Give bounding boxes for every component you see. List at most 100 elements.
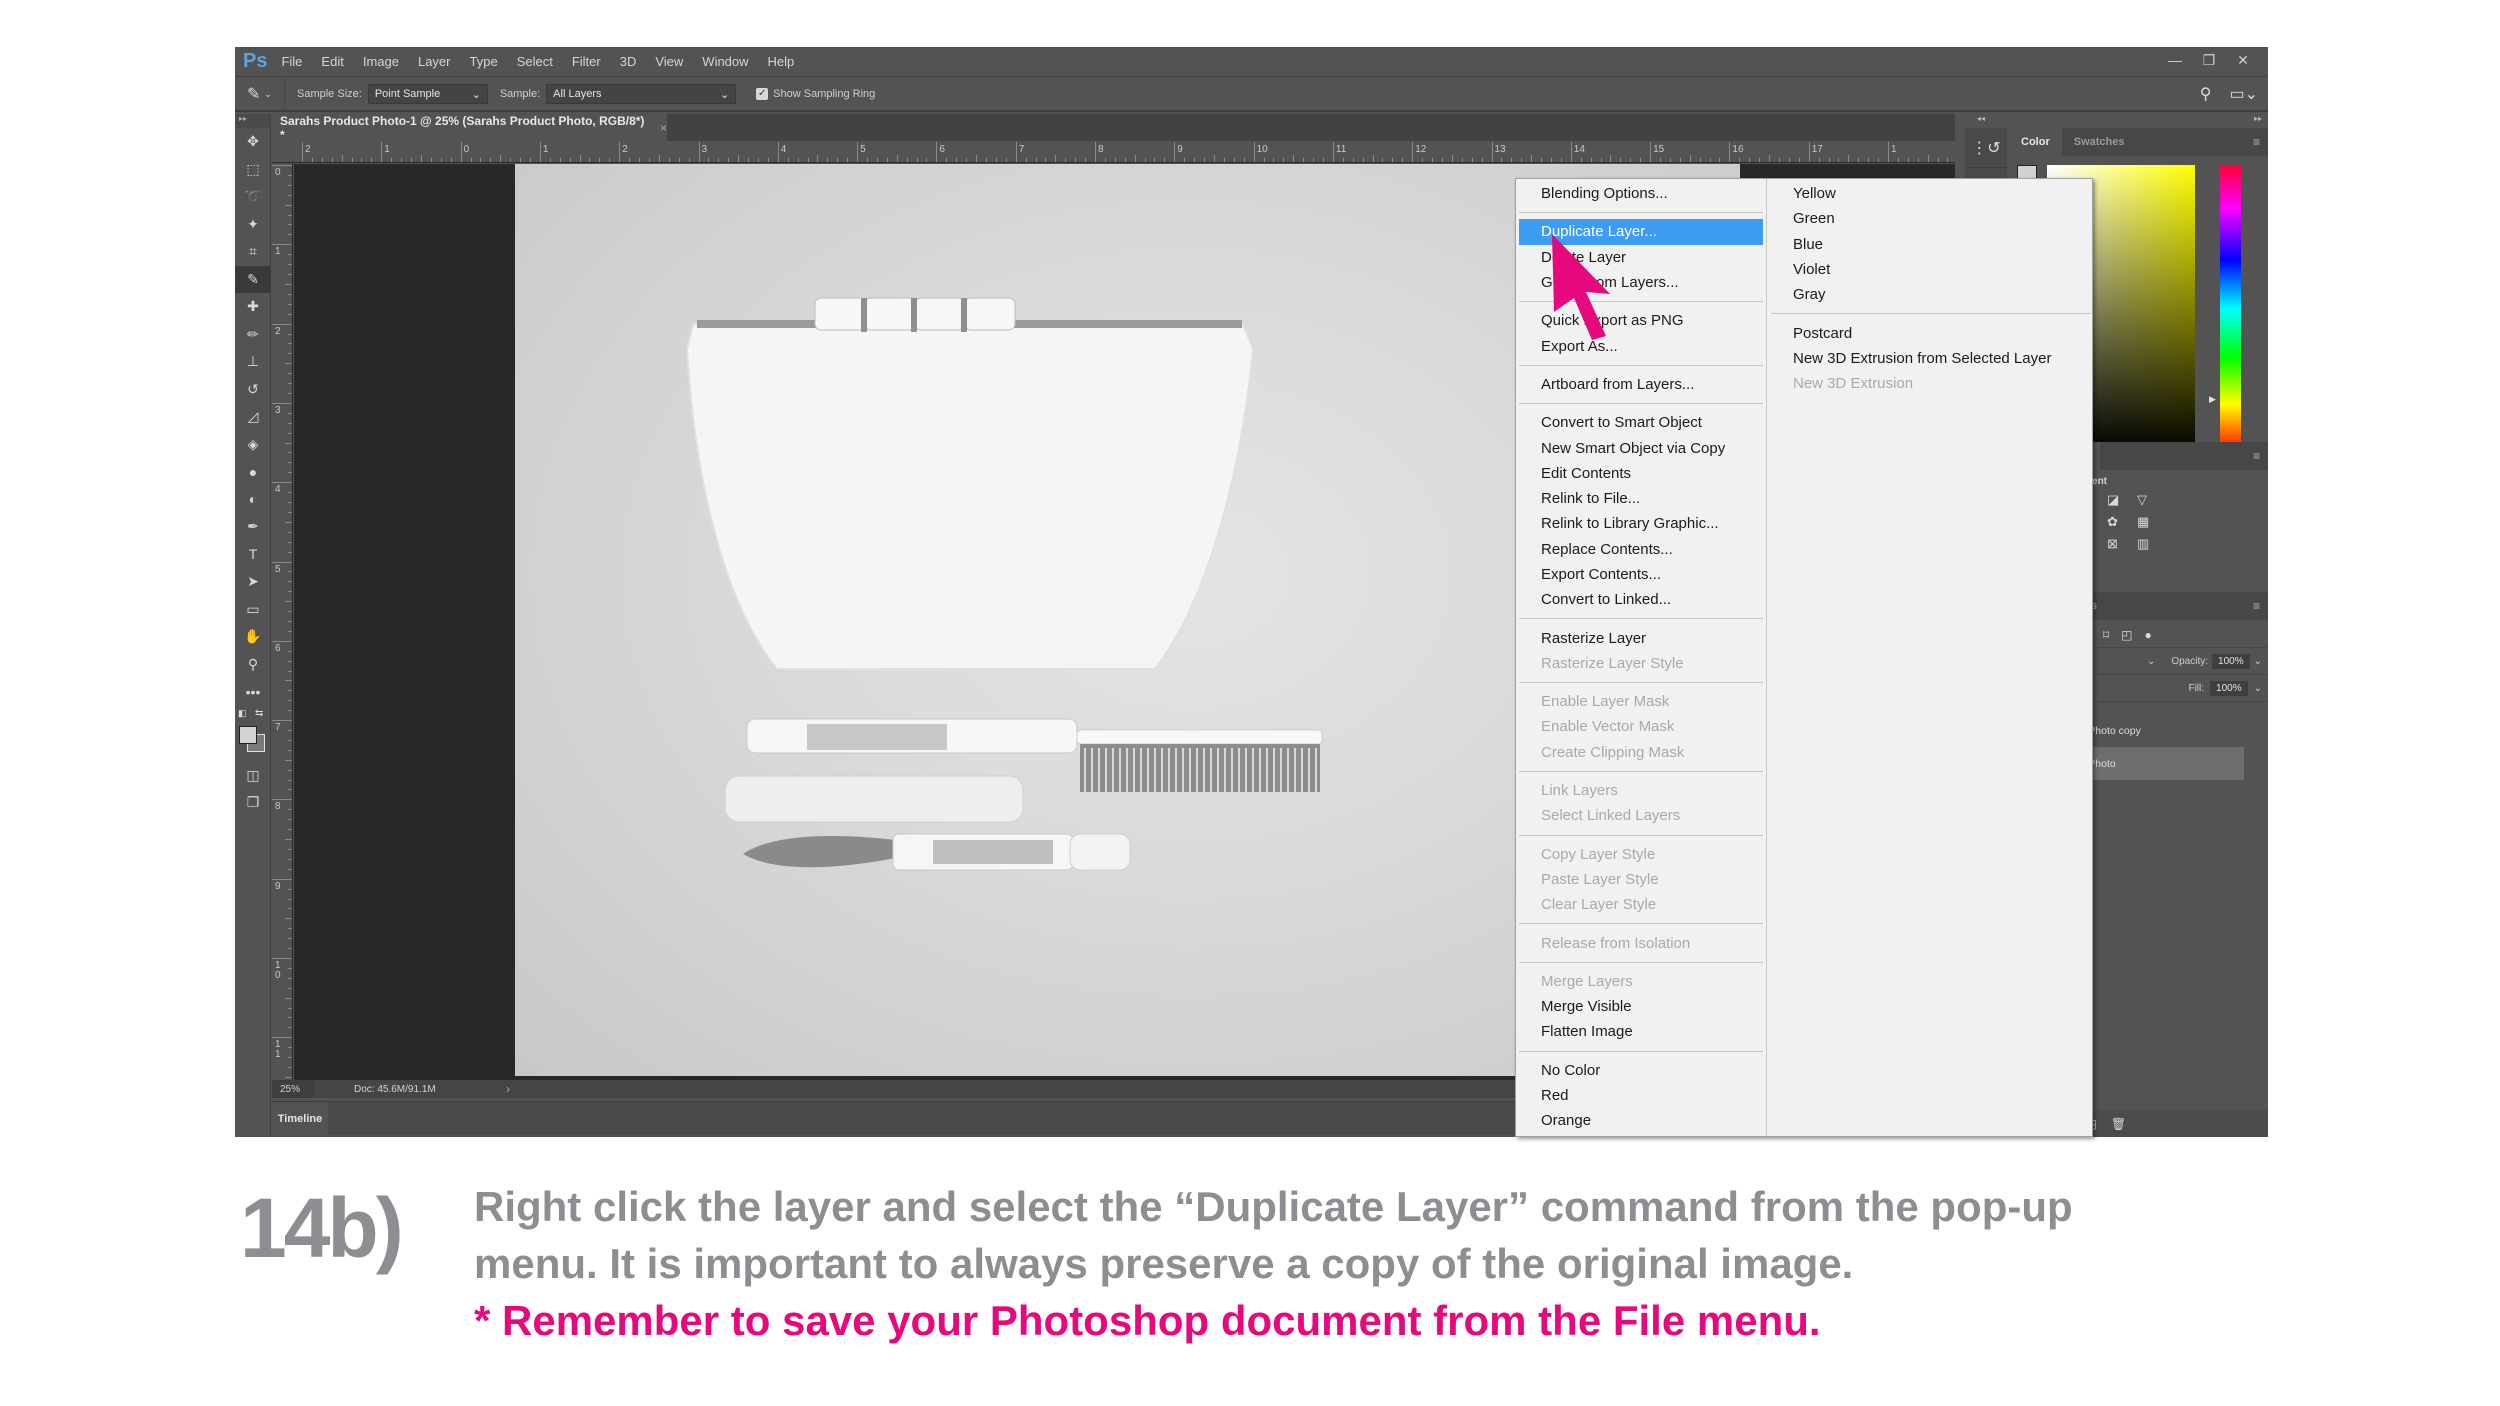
dodge-tool[interactable]: ◐ (235, 486, 271, 514)
hue-slider[interactable] (2220, 165, 2241, 453)
menu-item-merge-visible[interactable]: Merge Visible (1516, 994, 1766, 1019)
fill-field[interactable]: 100% (2210, 681, 2248, 696)
menu-item-orange[interactable]: Orange (1516, 1108, 1766, 1133)
menu-file[interactable]: File (281, 54, 302, 69)
brush-tool[interactable]: ✏ (235, 321, 271, 349)
menu-edit[interactable]: Edit (321, 54, 343, 69)
menu-help[interactable]: Help (768, 54, 795, 69)
menu-item-new-smart-object-via-copy[interactable]: New Smart Object via Copy (1516, 435, 1766, 460)
menu-item-blending-options[interactable]: Blending Options... (1516, 181, 1766, 206)
blend-mode-dropdown[interactable]: ⌄ (2147, 656, 2155, 667)
eyedropper-tool[interactable]: ✎ (235, 265, 271, 293)
menu-item-relink-to-library-graphic[interactable]: Relink to Library Graphic... (1516, 511, 1766, 536)
collapse-dock-button[interactable]: ◂◂ (1977, 114, 1985, 123)
menu-item-no-color[interactable]: No Color (1516, 1058, 1766, 1083)
menu-view[interactable]: View (655, 54, 683, 69)
zoom-tool[interactable]: ⚲ (235, 651, 271, 679)
hand-tool[interactable]: ✋ (235, 623, 271, 651)
panel-menu-icon[interactable]: ≡ (2253, 592, 2268, 620)
horizontal-ruler[interactable]: 2 1 0 1 2 3 4 5 6 7 8 9 10 11 12 13 14 15 16 17 1 (272, 142, 1959, 163)
menu-item-edit-contents[interactable]: Edit Contents (1516, 461, 1766, 486)
sample-select[interactable]: All Layers ⌄ (546, 84, 737, 104)
menu-item-postcard[interactable]: Postcard (1768, 320, 2094, 345)
panel-menu-icon[interactable]: ≡ (2253, 442, 2268, 470)
paint-bucket-tool[interactable]: ◈ (235, 431, 271, 459)
menu-item-rasterize-layer[interactable]: Rasterize Layer (1516, 625, 1766, 650)
menu-window[interactable]: Window (702, 54, 748, 69)
crop-tool[interactable]: ⌗ (235, 238, 271, 266)
rectangle-tool[interactable]: ▭ (235, 596, 271, 624)
eraser-tool[interactable]: ◿ (235, 403, 271, 431)
menu-3d[interactable]: 3D (620, 54, 637, 69)
swap-colors-icon[interactable]: ⇆ (255, 708, 263, 719)
type-tool[interactable]: T (235, 541, 271, 569)
exposure-icon[interactable]: ◪ (2107, 492, 2131, 508)
move-tool[interactable]: ✥ (235, 128, 271, 156)
tab-swatches[interactable]: Swatches (2062, 128, 2137, 156)
photo-filter-icon[interactable]: ✿ (2107, 514, 2131, 530)
hue-slider-marker[interactable]: ▶ (2209, 394, 2216, 405)
menu-filter[interactable]: Filter (572, 54, 601, 69)
menu-item-new-3d-extrusion-from-selected-layer[interactable]: New 3D Extrusion from Selected Layer (1768, 346, 2094, 371)
smart-object-filter-icon[interactable]: ◰ (2121, 628, 2132, 642)
status-menu-arrow[interactable]: › (506, 1082, 510, 1096)
search-icon[interactable]: ⚲ (2200, 84, 2212, 104)
menu-item-export-contents[interactable]: Export Contents... (1516, 562, 1766, 587)
color-lookup-icon[interactable]: ▦ (2137, 514, 2161, 530)
lasso-tool[interactable]: ➰ (235, 183, 271, 211)
chevron-down-icon[interactable]: ⌄ (2254, 683, 2262, 694)
history-panel-button[interactable]: ⋮↺ (1965, 128, 2007, 168)
minimize-button[interactable]: — (2158, 49, 2192, 71)
vertical-ruler[interactable]: 0 1 2 3 4 5 6 7 8 9 10 11 (272, 163, 293, 1108)
panel-menu-icon[interactable]: ≡ (2253, 128, 2268, 156)
menu-item-red[interactable]: Red (1516, 1083, 1766, 1108)
default-colors-icon[interactable]: ◧ (238, 708, 247, 719)
workspace-icon[interactable]: ▭⌄ (2229, 84, 2258, 104)
show-sampling-ring-checkbox[interactable]: ✓ (756, 88, 769, 100)
screen-mode-button[interactable]: ❐ (235, 789, 271, 817)
vibrance-icon[interactable]: ▽ (2137, 492, 2161, 508)
menu-item-artboard-from-layers[interactable]: Artboard from Layers... (1516, 372, 1766, 397)
chevron-down-icon[interactable]: ⌄ (2254, 656, 2262, 667)
opacity-field[interactable]: 100% (2212, 654, 2250, 669)
delete-layer-icon[interactable]: 🗑︎ (2111, 1117, 2126, 1131)
blur-tool[interactable]: ● (235, 458, 271, 486)
expand-dock-button[interactable]: ▸▸ (2254, 114, 2262, 123)
selective-color-icon[interactable]: ⊠ (2107, 536, 2131, 552)
menu-item-green[interactable]: Green (1768, 206, 2094, 231)
menu-item-blue[interactable]: Blue (1768, 232, 2094, 257)
menu-item-yellow[interactable]: Yellow (1768, 181, 2094, 206)
expand-toolbar-button[interactable]: ▸▸ (235, 114, 270, 128)
quick-mask-button[interactable]: ◫ (235, 762, 271, 790)
tab-color[interactable]: Color (2009, 128, 2062, 156)
healing-brush-tool[interactable]: ✚ (235, 293, 271, 321)
filter-toggle[interactable]: ● (2145, 628, 2152, 642)
close-tab-icon[interactable]: × (660, 121, 667, 135)
gradient-map-icon[interactable]: ▥ (2137, 536, 2161, 552)
marquee-tool[interactable]: ⬚ (235, 156, 271, 184)
close-button[interactable]: ✕ (2226, 49, 2260, 71)
menu-item-flatten-image[interactable]: Flatten Image (1516, 1019, 1766, 1044)
menu-layer[interactable]: Layer (418, 54, 451, 69)
shape-filter-icon[interactable]: ⌑ (2103, 628, 2109, 642)
menu-type[interactable]: Type (470, 54, 498, 69)
history-brush-tool[interactable]: ↺ (235, 376, 271, 404)
tool-preset-picker[interactable]: ✎ ⌄ (235, 78, 285, 110)
menu-image[interactable]: Image (363, 54, 399, 69)
foreground-color-swatch[interactable] (239, 725, 257, 744)
menu-item-replace-contents[interactable]: Replace Contents... (1516, 537, 1766, 562)
pen-tool[interactable]: ✒ (235, 513, 271, 541)
magic-wand-tool[interactable]: ✦ (235, 211, 271, 239)
path-selection-tool[interactable]: ➤ (235, 568, 271, 596)
timeline-tab[interactable]: Timeline (272, 1102, 328, 1135)
menu-item-convert-to-linked[interactable]: Convert to Linked... (1516, 587, 1766, 612)
menu-item-relink-to-file[interactable]: Relink to File... (1516, 486, 1766, 511)
menu-select[interactable]: Select (517, 54, 553, 69)
menu-item-violet[interactable]: Violet (1768, 257, 2094, 282)
menu-item-convert-to-smart-object[interactable]: Convert to Smart Object (1516, 410, 1766, 435)
document-tab[interactable]: Sarahs Product Photo-1 @ 25% (Sarahs Pro… (272, 114, 667, 142)
zoom-level[interactable]: 25% (272, 1080, 314, 1098)
clone-stamp-tool[interactable]: ⊥ (235, 348, 271, 376)
sample-size-select[interactable]: Point Sample ⌄ (367, 84, 488, 104)
menu-item-gray[interactable]: Gray (1768, 282, 2094, 307)
